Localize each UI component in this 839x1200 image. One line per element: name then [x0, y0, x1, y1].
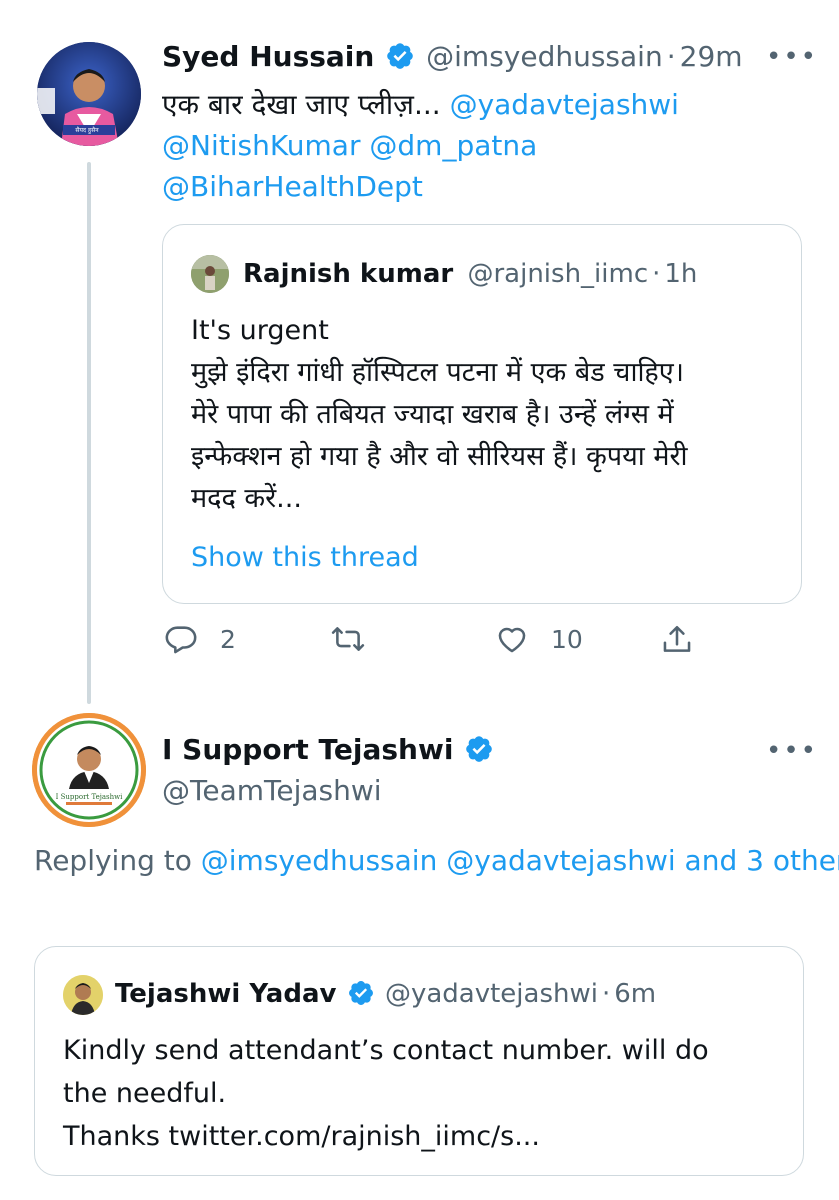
quoted-avatar[interactable]: [63, 975, 103, 1015]
quoted-text: Kindly send attendant’s contact number. …: [63, 1029, 793, 1158]
quoted-text-line: इन्फेक्शन हो गया है और वो सीरियस हैं। कृ…: [191, 441, 688, 472]
quoted-tweet-card[interactable]: Tejashwi Yadav @yadavtejashwi · 6m Kindly …: [34, 946, 804, 1176]
mention-link[interactable]: @BiharHealthDept: [162, 170, 423, 203]
quoted-header: Rajnish kumar @rajnish_iimc · 1h: [243, 257, 697, 291]
timestamp[interactable]: 29m: [680, 40, 743, 73]
mention-link[interactable]: @imsyedhussain: [201, 844, 438, 877]
mention-link[interactable]: @yadavtejashwi: [450, 88, 679, 121]
quoted-author-handle[interactable]: @yadavtejashwi: [385, 979, 598, 1009]
avatar-caption: सैयद हुसैन: [75, 127, 99, 134]
quoted-text-line: मदद करें...: [191, 483, 302, 514]
separator-dot: ·: [666, 40, 676, 73]
mention-link[interactable]: @dm_patna: [369, 129, 537, 162]
separator-dot: ·: [652, 259, 661, 289]
heart-icon: [498, 627, 526, 653]
verified-badge-icon: [385, 41, 415, 71]
tweet-text-lead: एक बार देखा जाए प्लीज़...: [162, 88, 441, 121]
author-handle[interactable]: @TeamTejashwi: [162, 774, 382, 808]
thread-connector-line: [87, 162, 91, 704]
mention-link[interactable]: @yadavtejashwi: [446, 844, 675, 877]
quoted-text-line: Thanks twitter.com/rajnish_iimc/s...: [63, 1121, 540, 1152]
quoted-author-name[interactable]: Rajnish kumar: [243, 259, 453, 289]
quoted-avatar[interactable]: [191, 255, 229, 293]
quoted-avatar-image: [191, 255, 229, 293]
quoted-avatar-image: [63, 975, 103, 1015]
separator-dot: ·: [601, 979, 611, 1009]
author-name[interactable]: I Support Tejashwi: [162, 733, 453, 766]
reply-icon: [165, 626, 197, 654]
quoted-text-line: It's urgent: [191, 315, 329, 346]
quoted-text: It's urgent मुझे इंदिरा गांधी हॉस्पिटल प…: [191, 310, 791, 520]
quoted-text-line: मुझे इंदिरा गांधी हॉस्पिटल पटना में एक ब…: [191, 357, 684, 388]
like-count: 10: [551, 624, 583, 654]
avatar[interactable]: सैयद हुसैन: [37, 42, 141, 146]
tweet2-author-name-row: I Support Tejashwi: [162, 732, 496, 768]
mention-link[interactable]: @NitishKumar: [162, 129, 360, 162]
avatar-caption: I Support Tejashwi: [55, 793, 123, 801]
replying-to-label: Replying to: [34, 844, 192, 877]
show-thread-link[interactable]: Show this thread: [191, 541, 419, 575]
avatar[interactable]: I Support Tejashwi: [32, 713, 146, 827]
author-name[interactable]: Syed Hussain: [162, 40, 374, 73]
quoted-text-line: मेरे पापा की तबियत ज्यादा खराब है। उन्हे…: [191, 399, 674, 430]
share-button[interactable]: [660, 622, 694, 658]
reply-count: 2: [220, 624, 236, 654]
like-button[interactable]: 10: [495, 622, 583, 656]
more-horizontal-icon[interactable]: •••: [766, 44, 818, 70]
avatar-image: [32, 713, 146, 827]
quoted-author-handle[interactable]: @rajnish_iimc: [467, 259, 648, 289]
reply-button[interactable]: 2: [164, 622, 236, 656]
verified-badge-icon: [464, 734, 494, 764]
quoted-timestamp[interactable]: 6m: [614, 979, 656, 1009]
retweet-icon: [331, 627, 365, 651]
share-icon: [663, 625, 691, 652]
quoted-text-line: the needful.: [63, 1078, 227, 1109]
author-handle[interactable]: @imsyedhussain: [426, 40, 663, 73]
quoted-header: Tejashwi Yadav @yadavtejashwi · 6m: [115, 977, 656, 1011]
verified-badge-icon: [347, 979, 375, 1007]
tweet1-text: एक बार देखा जाए प्लीज़... @yadavtejashwi…: [162, 84, 802, 207]
quoted-text-line: Kindly send attendant’s contact number. …: [63, 1035, 709, 1066]
more-horizontal-icon[interactable]: •••: [766, 738, 818, 764]
retweet-button[interactable]: [330, 622, 388, 656]
quoted-author-name[interactable]: Tejashwi Yadav: [115, 979, 336, 1009]
tweet1-header: Syed Hussain @imsyedhussain · 29m: [162, 40, 743, 75]
replying-others-link[interactable]: and 3 others: [685, 844, 839, 877]
replying-to: Replying to @imsyedhussain @yadavtejashw…: [34, 838, 839, 884]
quoted-tweet-card[interactable]: Rajnish kumar @rajnish_iimc · 1h It's urge…: [162, 224, 802, 604]
quoted-timestamp[interactable]: 1h: [664, 259, 697, 289]
